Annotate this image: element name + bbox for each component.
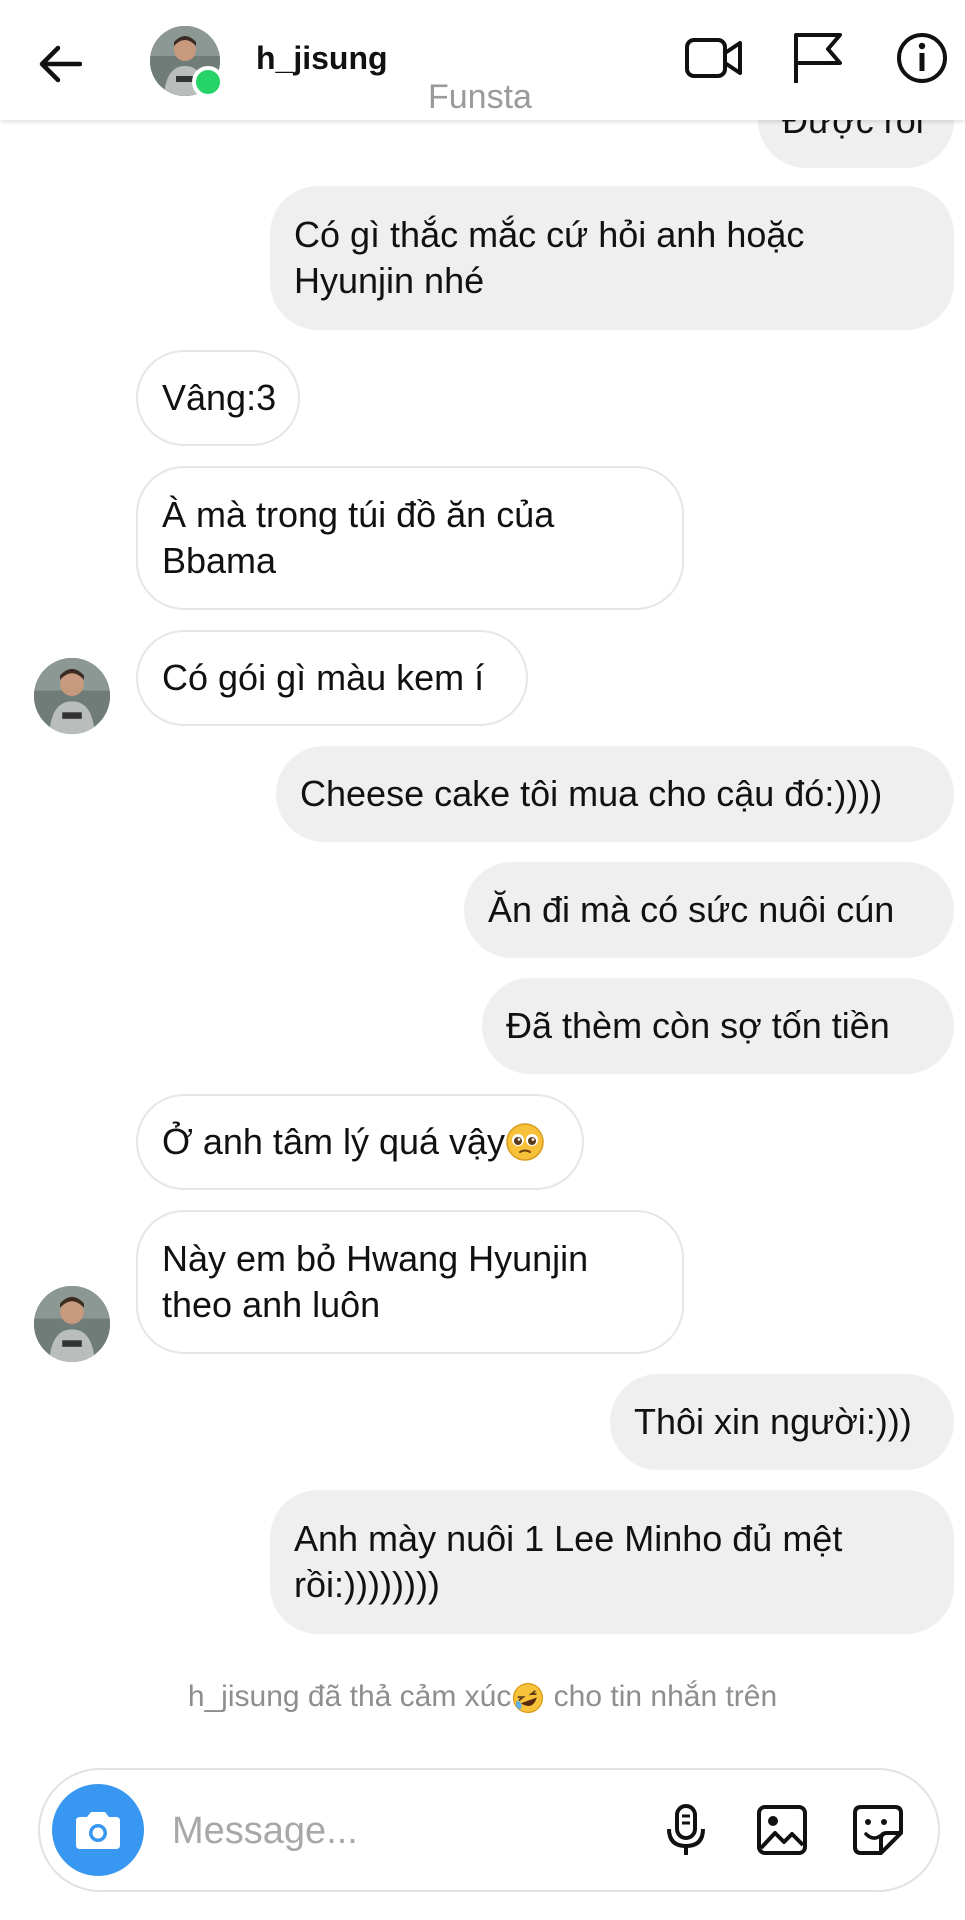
pleading-face-emoji-icon (506, 1123, 544, 1161)
gallery-button[interactable] (750, 1798, 814, 1862)
online-status-dot (192, 66, 224, 98)
message-text: Này em bỏ Hwang Hyunjin theo anh luôn (162, 1238, 589, 1325)
avatar[interactable] (34, 658, 110, 734)
message-bubble-outgoing[interactable]: Anh mày nuôi 1 Lee Minho đủ mệt rồi:))))… (270, 1490, 954, 1634)
avatar[interactable] (34, 1286, 110, 1362)
message-bubble-outgoing[interactable]: Có gì thắc mắc cứ hỏi anh hoặc Hyunjin n… (270, 186, 954, 330)
camera-button[interactable] (52, 1784, 144, 1876)
message-text: Cheese cake tôi mua cho cậu đó:)))) (300, 773, 883, 814)
message-bubble-incoming[interactable]: Vâng:3 (136, 350, 300, 446)
message-text: Thôi xin người:))) (634, 1401, 912, 1442)
video-call-button[interactable] (682, 26, 746, 90)
message-text: Có gì thắc mắc cứ hỏi anh hoặc Hyunjin n… (294, 214, 805, 301)
gallery-icon (757, 1805, 807, 1855)
flag-icon (794, 33, 842, 83)
message-input[interactable] (170, 1800, 644, 1862)
account-label: Funsta (428, 78, 532, 116)
message-text: Vâng:3 (162, 377, 277, 418)
reaction-notice: h_jisung đã thả cảm xúc cho tin nhắn trê… (0, 1680, 965, 1715)
rolling-laughing-emoji-icon (513, 1682, 544, 1714)
back-button[interactable] (32, 36, 88, 92)
reaction-notice-suffix: cho tin nhắn trên (545, 1680, 778, 1713)
header-avatar[interactable] (150, 26, 224, 98)
message-text: Ở anh tâm lý quá vậy (162, 1121, 506, 1162)
message-composer (38, 1768, 940, 1892)
voice-message-button[interactable] (654, 1798, 718, 1862)
microphone-icon (667, 1804, 705, 1855)
sticker-icon (853, 1805, 903, 1855)
sticker-button[interactable] (846, 1798, 910, 1862)
message-bubble-outgoing[interactable]: Cheese cake tôi mua cho cậu đó:)))) (276, 746, 954, 842)
info-icon (897, 33, 947, 83)
back-arrow-icon (39, 45, 82, 83)
flag-button[interactable] (786, 26, 850, 90)
message-bubble-outgoing[interactable]: Đã thèm còn sợ tốn tiền (482, 978, 954, 1074)
message-bubble-outgoing[interactable]: Ăn đi mà có sức nuôi cún (464, 862, 954, 958)
message-text: Đã thèm còn sợ tốn tiền (506, 1005, 890, 1046)
message-bubble-incoming[interactable]: Có gói gì màu kem í (136, 630, 528, 726)
video-call-icon (685, 38, 742, 78)
reaction-notice-text: h_jisung đã thả cảm xúc (187, 1680, 512, 1713)
header-username[interactable]: h_jisung (256, 40, 388, 77)
message-bubble-incoming[interactable]: Này em bỏ Hwang Hyunjin theo anh luôn (136, 1210, 684, 1354)
message-text: À mà trong túi đồ ăn của Bbama (162, 494, 555, 581)
info-button[interactable] (890, 26, 954, 90)
message-bubble-incoming[interactable]: À mà trong túi đồ ăn của Bbama (136, 466, 684, 610)
message-bubble-outgoing[interactable]: Thôi xin người:))) (610, 1374, 954, 1470)
message-bubble-incoming[interactable]: Ở anh tâm lý quá vậy (136, 1094, 584, 1190)
message-text: Ăn đi mà có sức nuôi cún (488, 889, 895, 930)
message-text: Anh mày nuôi 1 Lee Minho đủ mệt rồi:))))… (294, 1518, 843, 1605)
message-text: Có gói gì màu kem í (162, 657, 485, 698)
camera-icon (76, 1812, 120, 1849)
